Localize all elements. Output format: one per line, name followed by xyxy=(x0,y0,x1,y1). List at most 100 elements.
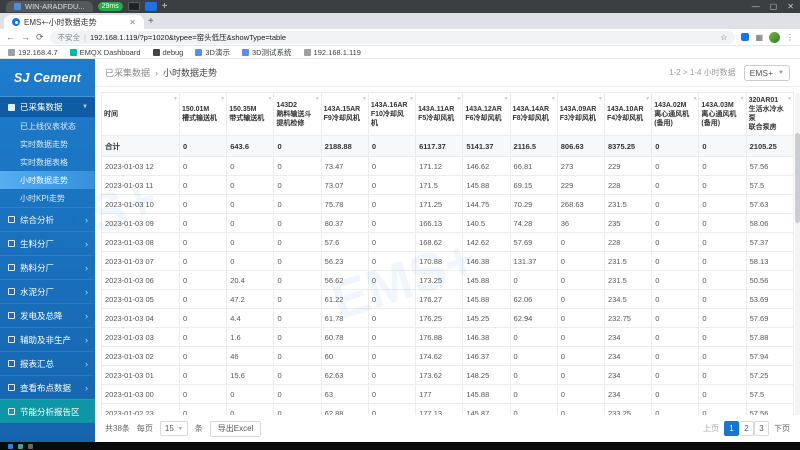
breadcrumb-parent[interactable]: 已采集数据 xyxy=(105,66,150,79)
column-header[interactable]: 150.01M 槽式输送机 ▼ xyxy=(178,91,228,137)
sort-icon[interactable]: ▼ xyxy=(409,96,414,103)
sort-icon[interactable]: ▼ xyxy=(598,96,603,103)
column-header[interactable]: 143A.09AR F3冷却风机 ▼ xyxy=(556,91,605,137)
profile-avatar[interactable] xyxy=(769,31,780,43)
value-cell: 0 xyxy=(556,327,605,348)
browser-background-tab[interactable]: WIN-ARADFDU... xyxy=(6,1,93,12)
time-cell: 2023-01-03 03 xyxy=(101,327,180,348)
sidebar-subitem[interactable]: 实时数据表格 xyxy=(0,153,95,171)
value-cell: 273 xyxy=(556,156,605,177)
taskbar-app-icon[interactable] xyxy=(8,443,13,449)
value-cell: 61.78 xyxy=(320,308,369,329)
column-header[interactable]: 143A.15AR F9冷却风机 ▼ xyxy=(320,91,369,137)
sidebar-item[interactable]: 节能分析报告区 xyxy=(0,399,95,423)
sidebar-subitem-active[interactable]: 小时数据走势 xyxy=(0,171,95,189)
sidebar-subitem[interactable]: 实时数据走势 xyxy=(0,135,95,153)
column-header[interactable]: 143A.03M 离心通风机 (备用) ▼ xyxy=(698,91,747,137)
minimize-button[interactable]: — xyxy=(752,2,760,11)
extension-badge-icon[interactable] xyxy=(127,2,140,11)
reload-icon[interactable]: ⟳ xyxy=(36,32,44,42)
forward-icon[interactable]: → xyxy=(21,32,30,42)
column-header[interactable]: 143A.14AR F8冷却风机 ▼ xyxy=(509,91,558,137)
sort-icon[interactable]: ▼ xyxy=(362,96,367,103)
bookmark-item[interactable]: 192.168.4.7 xyxy=(8,48,58,57)
vertical-scrollbar[interactable] xyxy=(795,93,800,415)
browser-addressbar: ← → ⟳ 不安全 | 192.168.1.119/?p=1020&typee=… xyxy=(0,29,800,46)
sidebar-section-collected-data[interactable]: 已采集数据 ▼ xyxy=(0,97,95,117)
extension-badge-blue-icon[interactable] xyxy=(144,2,157,11)
close-button[interactable]: ✕ xyxy=(787,2,794,11)
sidebar-subitem[interactable]: 已上线仪表状态 xyxy=(0,117,95,135)
sidebar-item[interactable]: 发电及总降 › xyxy=(0,303,95,327)
sort-icon[interactable]: ▼ xyxy=(456,96,461,103)
security-label[interactable]: 不安全 xyxy=(58,32,81,43)
column-header-label: 150.35M 带式输送机 xyxy=(229,106,265,123)
next-page-button[interactable]: 下页 xyxy=(774,423,790,434)
page-button[interactable]: 2 xyxy=(739,421,754,436)
back-icon[interactable]: ← xyxy=(6,32,15,42)
sidebar-item[interactable]: 查看布点数据 › xyxy=(0,375,95,399)
sort-icon[interactable]: ▼ xyxy=(692,96,697,103)
value-cell: 57.37 xyxy=(745,232,795,253)
value-cell: 57.56 xyxy=(745,156,795,177)
taskbar-app-icon[interactable] xyxy=(18,443,23,449)
sort-icon[interactable]: ▼ xyxy=(740,96,745,103)
menu-icon xyxy=(8,240,15,247)
sidebar-item[interactable]: 水泥分厂 › xyxy=(0,279,95,303)
extension-icon[interactable] xyxy=(741,33,750,41)
sort-icon[interactable]: ▼ xyxy=(173,96,178,103)
new-tab-button[interactable]: + xyxy=(162,1,168,12)
bookmark-item[interactable]: 192.168.1.119 xyxy=(303,48,361,57)
column-header[interactable]: 143A.02M 离心通风机 (备用) ▼ xyxy=(651,91,700,137)
column-header[interactable]: 143A.10AR F4冷却风机 ▼ xyxy=(603,91,653,137)
prev-page-button[interactable]: 上页 xyxy=(703,423,719,434)
new-tab-button[interactable]: + xyxy=(148,16,154,27)
bookmark-item[interactable]: 3D演示 xyxy=(195,47,230,58)
sort-icon[interactable]: ▼ xyxy=(504,96,509,103)
page-size-select[interactable]: 15 ▼ xyxy=(159,421,188,436)
sort-icon[interactable]: ▼ xyxy=(551,96,556,103)
column-header[interactable]: 143A.16AR F10冷却风机 ▼ xyxy=(367,91,417,137)
scrollbar-thumb[interactable] xyxy=(795,133,800,223)
bookmark-item[interactable]: EMQX Dashboard xyxy=(69,48,141,57)
value-cell: 0 xyxy=(651,403,700,415)
column-header[interactable]: 143D2 熟料输送斗 提机检修 ▼ xyxy=(273,91,322,137)
column-header[interactable]: 320AR01 生活水冷水泵 联合泵房 ▼ xyxy=(745,91,795,137)
sidebar-item[interactable]: 报表汇总 › xyxy=(0,351,95,375)
sidebar-item[interactable]: 综合分析 › xyxy=(0,207,95,231)
sort-icon[interactable]: ▼ xyxy=(787,96,792,103)
value-cell: 61.22 xyxy=(320,289,369,310)
os-taskbar[interactable] xyxy=(0,442,800,450)
sidebar-item[interactable]: 辅助及非生产 › xyxy=(0,327,95,351)
sidebar-item[interactable]: 生料分厂 › xyxy=(0,231,95,255)
browser-menu-icon[interactable]: ⋮ xyxy=(786,33,794,42)
sidebar-subitem[interactable]: 小时KPI走势 xyxy=(0,189,95,207)
chevron-down-icon: ▼ xyxy=(778,69,784,76)
column-header[interactable]: 150.35M 带式输送机 ▼ xyxy=(226,91,275,137)
bookmark-item[interactable]: debug xyxy=(152,48,183,57)
page-button[interactable]: 1 xyxy=(724,421,739,436)
column-header[interactable]: 143A.12AR F6冷却风机 ▼ xyxy=(462,91,511,137)
tab-close-icon[interactable]: ✕ xyxy=(129,18,136,27)
value-cell: 0 xyxy=(178,156,228,177)
bookmark-item[interactable]: 3D测试系统 xyxy=(241,47,292,58)
column-header[interactable]: 143A.11AR F5冷却风机 ▼ xyxy=(415,91,464,137)
bookmark-favicon-icon xyxy=(69,48,77,56)
sort-icon[interactable]: ▼ xyxy=(220,96,225,103)
maximize-button[interactable]: ▢ xyxy=(770,2,778,11)
taskbar-app-icon[interactable] xyxy=(28,443,33,449)
sort-icon[interactable]: ▼ xyxy=(645,96,650,103)
value-cell: 0 xyxy=(226,403,275,415)
browser-active-tab[interactable]: EMS+-小时数据走势 ✕ xyxy=(4,15,144,29)
apps-grid-icon[interactable]: ▦ xyxy=(755,33,763,42)
sort-icon[interactable]: ▼ xyxy=(315,96,320,103)
ems-select[interactable]: EMS+ ▼ xyxy=(743,64,790,81)
url-input[interactable]: 不安全 | 192.168.1.119/?p=1020&typee=窑头低压&s… xyxy=(49,30,736,44)
bookmark-star-icon[interactable]: ☆ xyxy=(720,33,727,42)
column-header[interactable]: 时间 ▼ xyxy=(101,91,180,137)
sidebar-item[interactable]: 熟料分厂 › xyxy=(0,255,95,279)
export-excel-button[interactable]: 导出Excel xyxy=(209,420,262,437)
page-button[interactable]: 3 xyxy=(754,421,769,436)
sort-icon[interactable]: ▼ xyxy=(267,96,272,103)
value-cell: 46 xyxy=(226,346,275,367)
